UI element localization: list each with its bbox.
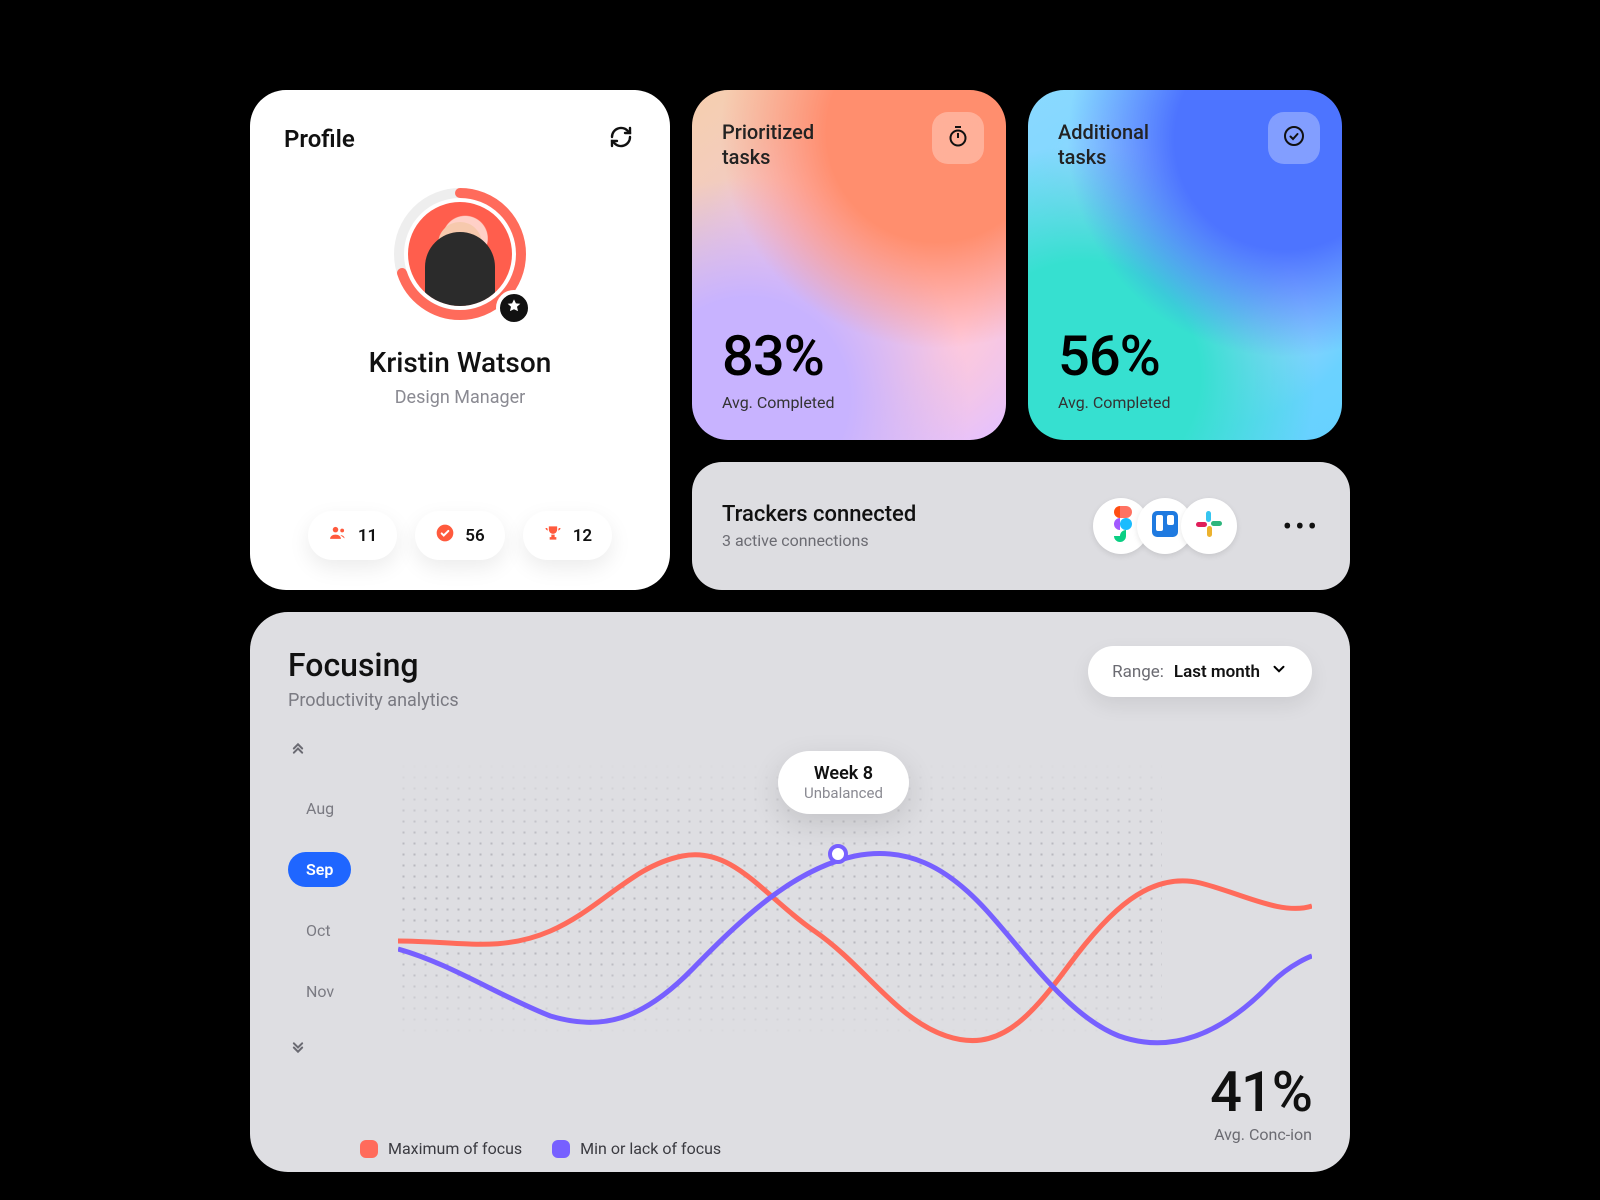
people-icon <box>328 523 348 548</box>
figma-icon <box>1108 505 1134 547</box>
profile-name: Kristin Watson <box>369 346 552 379</box>
tracker-slack[interactable] <box>1181 498 1237 554</box>
trackers-more-button[interactable]: ••• <box>1283 510 1320 543</box>
focusing-title: Focusing <box>288 646 459 684</box>
additional-pct: 56% <box>1058 323 1312 389</box>
chart-highlight-point[interactable] <box>828 844 848 864</box>
slack-icon <box>1194 509 1224 543</box>
prioritized-title: Prioritized tasks <box>722 120 862 170</box>
trackers-title: Trackers connected <box>722 502 1069 527</box>
focus-stat-label: Avg. Conc-ion <box>1210 1125 1312 1144</box>
focusing-card: Focusing Productivity analytics Range: L… <box>250 612 1350 1172</box>
additional-sub: Avg. Completed <box>1058 393 1312 412</box>
range-value: Last month <box>1174 662 1260 682</box>
trello-icon <box>1150 509 1180 543</box>
chevrons-down-icon <box>288 1044 308 1059</box>
month-nov[interactable]: Nov <box>288 974 352 1009</box>
trophy-icon <box>543 523 563 548</box>
month-scroll-up[interactable] <box>288 741 308 765</box>
star-badge <box>496 290 532 326</box>
focus-chart: Week 8 Unbalanced <box>398 731 1312 1131</box>
month-scroll-down[interactable] <box>288 1035 308 1059</box>
more-icon: ••• <box>1283 510 1320 543</box>
stat-checks[interactable]: 56 <box>415 511 504 560</box>
trackers-card: Trackers connected 3 active connections <box>692 462 1350 590</box>
task-cards-row: Prioritized tasks 83% Avg. Completed A <box>692 90 1350 440</box>
stat-trophies[interactable]: 12 <box>523 511 612 560</box>
stat-trophies-value: 12 <box>573 526 592 546</box>
tracker-apps <box>1093 498 1237 554</box>
stat-checks-value: 56 <box>465 526 484 546</box>
chart-legend: Maximum of focus Min or lack of focus <box>360 1139 721 1158</box>
trackers-sub: 3 active connections <box>722 531 1069 550</box>
check-circle-icon <box>1282 124 1306 152</box>
month-oct[interactable]: Oct <box>288 913 349 948</box>
profile-heading: Profile <box>284 125 355 153</box>
legend-min: Min or lack of focus <box>552 1139 721 1158</box>
prioritized-sub: Avg. Completed <box>722 393 976 412</box>
range-selector[interactable]: Range: Last month <box>1088 646 1312 697</box>
top-row: Profile <box>250 90 1350 590</box>
month-aug[interactable]: Aug <box>288 791 352 826</box>
additional-action-button[interactable] <box>1268 112 1320 164</box>
tooltip-title: Week 8 <box>804 763 883 784</box>
chart-grid <box>398 761 1162 1041</box>
tooltip-sub: Unbalanced <box>804 784 883 802</box>
profile-role: Design Manager <box>395 387 526 408</box>
additional-title: Additional tasks <box>1058 120 1198 170</box>
focus-stat-pct: 41% <box>1210 1059 1312 1125</box>
chevron-down-icon <box>1270 660 1288 683</box>
month-sep[interactable]: Sep <box>288 852 351 887</box>
star-icon <box>506 298 522 318</box>
refresh-button[interactable] <box>606 124 636 154</box>
chevrons-up-icon <box>288 750 308 765</box>
avatar-progress <box>390 184 530 324</box>
check-badge-icon <box>435 523 455 548</box>
stat-team[interactable]: 11 <box>308 511 397 560</box>
legend-max: Maximum of focus <box>360 1139 522 1158</box>
prioritized-pct: 83% <box>722 323 976 389</box>
focusing-sub: Productivity analytics <box>288 690 459 711</box>
chart-tooltip: Week 8 Unbalanced <box>778 751 909 814</box>
focus-stat: 41% Avg. Conc-ion <box>1210 1059 1312 1144</box>
prioritized-action-button[interactable] <box>932 112 984 164</box>
additional-tasks-card[interactable]: Additional tasks 56% Avg. Completed <box>1028 90 1342 440</box>
refresh-icon <box>609 125 633 153</box>
stopwatch-icon <box>946 124 970 152</box>
range-label: Range: <box>1112 662 1164 682</box>
profile-card: Profile <box>250 90 670 590</box>
prioritized-tasks-card[interactable]: Prioritized tasks 83% Avg. Completed <box>692 90 1006 440</box>
month-rail: Aug Sep Oct Nov <box>288 731 368 1131</box>
stat-team-value: 11 <box>358 526 377 546</box>
avatar[interactable] <box>408 202 512 306</box>
